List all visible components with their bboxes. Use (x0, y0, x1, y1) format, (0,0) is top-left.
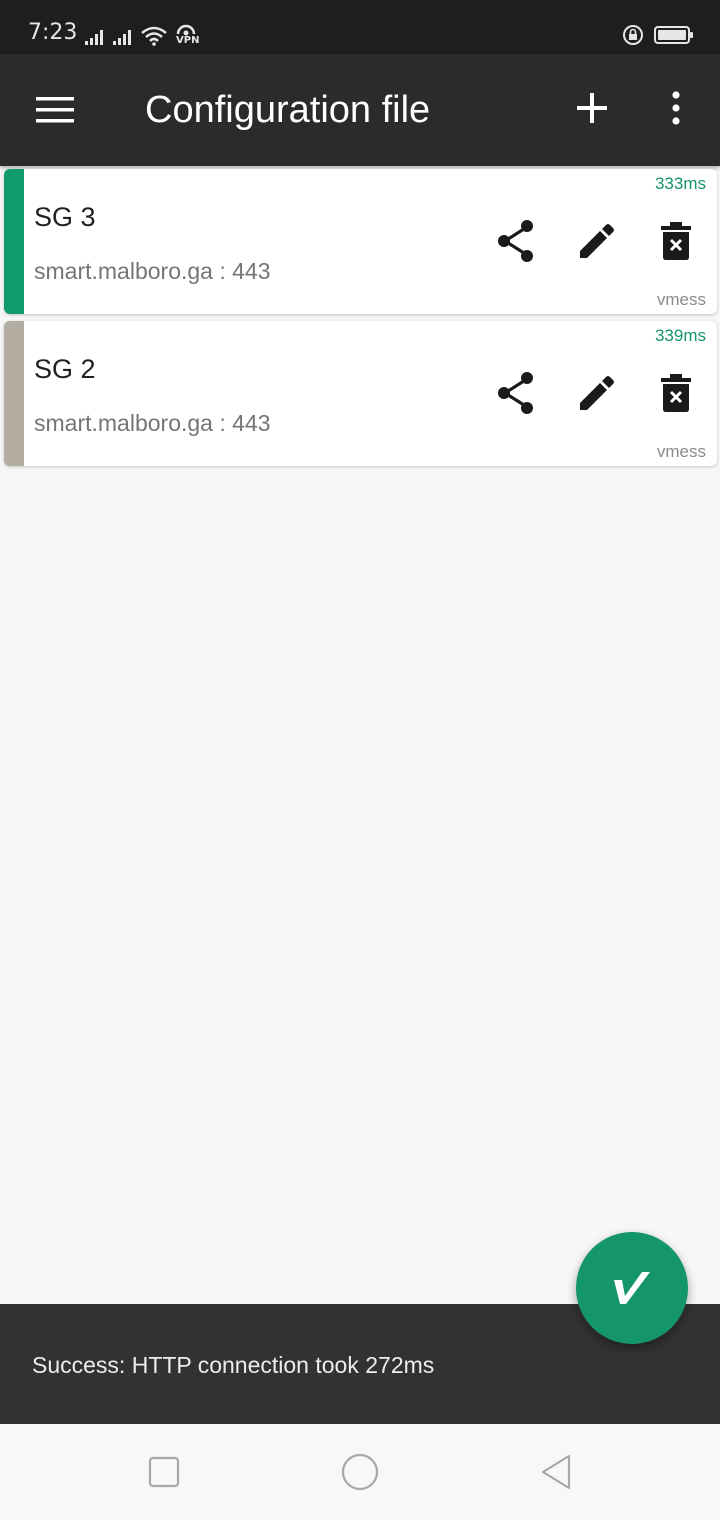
server-latency: 339ms (654, 326, 706, 345)
share-button[interactable] (490, 367, 542, 419)
share-icon (498, 372, 533, 414)
edit-button[interactable] (570, 215, 622, 267)
page-title: Configuration file (145, 89, 431, 131)
home-button[interactable] (340, 1452, 380, 1492)
system-nav-bar (0, 1424, 720, 1520)
server-card-sg-2[interactable]: SG 2 smart.malboro.ga : 443 339ms vmess (4, 321, 717, 466)
server-name: SG 3 (34, 202, 96, 232)
signal-icon (113, 30, 131, 45)
v2ray-logo-icon (614, 1272, 650, 1304)
status-bar: 7:23 VPN (0, 0, 720, 54)
edit-icon (580, 376, 614, 410)
back-icon (541, 1454, 571, 1490)
signal-icon (85, 30, 103, 45)
selected-indicator (4, 169, 24, 314)
server-card-sg-3[interactable]: SG 3 smart.malboro.ga : 443 333ms vmess (4, 169, 717, 314)
add-config-button[interactable] (566, 82, 618, 134)
menu-icon (36, 97, 74, 123)
vpn-label: VPN (176, 35, 200, 46)
share-button[interactable] (490, 215, 542, 267)
recent-apps-icon (148, 1456, 180, 1488)
share-icon (498, 220, 533, 262)
menu-button[interactable] (24, 84, 88, 136)
delete-icon (661, 374, 691, 412)
back-button[interactable] (536, 1452, 576, 1492)
server-latency: 333ms (654, 174, 706, 193)
server-protocol: vmess (656, 442, 706, 461)
delete-button[interactable] (650, 215, 702, 267)
edit-button[interactable] (570, 367, 622, 419)
more-vert-icon (672, 91, 680, 125)
server-address: smart.malboro.ga : 443 (34, 410, 271, 436)
server-address: smart.malboro.ga : 443 (34, 258, 271, 284)
delete-button[interactable] (650, 367, 702, 419)
recent-apps-button[interactable] (144, 1452, 184, 1492)
app-toolbar: Configuration file (0, 54, 720, 166)
status-time: 7:23 (28, 20, 78, 45)
snackbar-message: Success: HTTP connection took 272ms (32, 1352, 435, 1378)
wifi-icon (141, 26, 167, 46)
home-icon (341, 1453, 379, 1491)
add-icon (577, 93, 607, 123)
lock-rotation-icon (623, 25, 643, 45)
status-icons-right (622, 24, 694, 46)
more-options-button[interactable] (652, 82, 700, 134)
unselected-indicator (4, 321, 24, 466)
battery-icon (654, 26, 693, 44)
connect-fab[interactable] (576, 1232, 688, 1344)
delete-icon (661, 222, 691, 260)
server-name: SG 2 (34, 354, 96, 384)
server-protocol: vmess (656, 290, 706, 309)
edit-icon (580, 224, 614, 258)
